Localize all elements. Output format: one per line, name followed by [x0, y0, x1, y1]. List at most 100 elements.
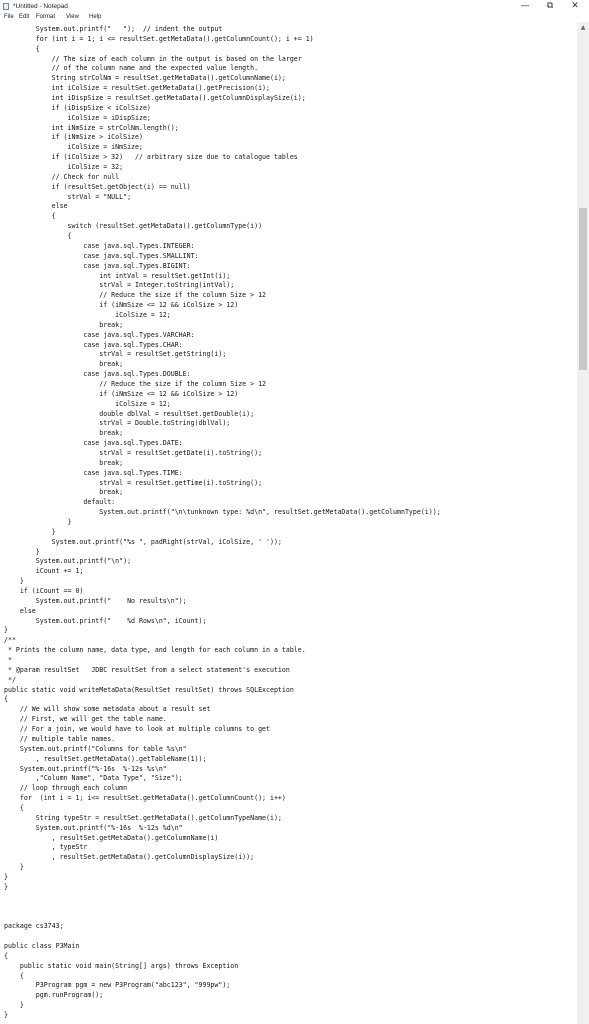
maximize-button[interactable]: ⧉: [538, 0, 562, 13]
code-line: */: [4, 675, 16, 684]
code-line: break;: [4, 458, 124, 467]
code-line: double dblVal = resultSet.getDouble(i);: [4, 409, 255, 418]
code-line: System.out.printf("%-16s %-12s %s\n": [4, 764, 167, 773]
code-line: case java.sql.Types.DOUBLE:: [4, 370, 191, 379]
code-line: // The size of each column in the output…: [4, 54, 302, 63]
code-line: System.out.printf("Columns for table %s\…: [4, 744, 187, 753]
code-line: strVal = Integer.toString(intVal);: [4, 281, 235, 290]
menu-bar: File Edit Format View Help: [0, 13, 589, 22]
close-button[interactable]: ✕: [563, 0, 587, 13]
code-line: System.out.printf("\n");: [4, 557, 132, 566]
menu-format[interactable]: Format: [36, 14, 55, 20]
code-line: , resultSet.getMetaData().getTableName(1…: [4, 754, 207, 763]
code-line: }: [4, 872, 8, 881]
code-line: {: [4, 951, 8, 960]
code-line: iColSize = 12;: [4, 399, 171, 408]
code-line: int iColSize = resultSet.getMetaData().g…: [4, 84, 270, 93]
text-editor-area[interactable]: System.out.printf(" "); // indent the ou…: [0, 22, 577, 1024]
code-line: }: [4, 863, 24, 872]
code-line: if (iColSize > 32) // arbitrary size due…: [4, 153, 298, 162]
code-line: }: [4, 1011, 8, 1019]
code-line: break;: [4, 360, 124, 369]
code-line: iColSize = iNmSize;: [4, 143, 143, 152]
scrollbar-thumb[interactable]: [579, 208, 587, 370]
code-line: ,"Column Name", "Data Type", "Size");: [4, 774, 183, 783]
code-line: else: [4, 606, 36, 615]
code-line: strVal = resultSet.getTime(i).toString()…: [4, 478, 263, 487]
code-line: System.out.printf("%s ", padRight(strVal…: [4, 537, 282, 546]
code-line: public static void main(String[] args) t…: [4, 961, 239, 970]
code-line: strVal = Double.toString(dblVal);: [4, 419, 231, 428]
code-line: pgm.runProgram();: [4, 991, 104, 1000]
code-line: System.out.printf("\n\tunknown type: %d\…: [4, 508, 441, 517]
menu-file[interactable]: File: [4, 14, 14, 20]
code-line: // We will show some metadata about a re…: [4, 705, 211, 714]
code-line: {: [4, 212, 56, 221]
code-line: iColSize = 32;: [4, 163, 124, 172]
vertical-scrollbar[interactable]: ▲: [577, 22, 589, 1024]
code-line: String strColNm = resultSet.getMetaData(…: [4, 74, 286, 83]
menu-help[interactable]: Help: [89, 14, 101, 20]
code-line: String typeStr = resultSet.getMetaData()…: [4, 813, 282, 822]
code-line: package cs3743;: [4, 922, 64, 931]
code-line: }: [4, 547, 40, 556]
code-line: // Reduce the size if the column Size > …: [4, 379, 267, 388]
code-line: case java.sql.Types.TIME:: [4, 468, 183, 477]
code-line: P3Program pgm = new P3Program("abc123", …: [4, 981, 231, 990]
notepad-window: *Untitled - Notepad — ⧉ ✕ File Edit Form…: [0, 0, 589, 1024]
code-line: break;: [4, 488, 124, 497]
title-bar[interactable]: *Untitled - Notepad — ⧉ ✕: [0, 0, 589, 13]
menu-view[interactable]: View: [66, 14, 79, 20]
code-line: if (iNmSize <= 12 && iColSize > 12): [4, 389, 239, 398]
menu-edit[interactable]: Edit: [19, 14, 29, 20]
code-line: }: [4, 626, 8, 635]
code-line: , typeStr: [4, 843, 88, 852]
code-line: * @param resultSet JDBC resultSet from a…: [4, 665, 290, 674]
code-line: public class P3Main: [4, 941, 80, 950]
notepad-icon: [3, 3, 9, 10]
code-line: case java.sql.Types.INTEGER:: [4, 241, 195, 250]
code-line: case java.sql.Types.VARCHAR:: [4, 330, 195, 339]
code-line: // loop through each column: [4, 784, 128, 793]
code-line: int intVal = resultSet.getInt(i);: [4, 271, 231, 280]
code-line: {: [4, 232, 72, 241]
code-line: {: [4, 803, 24, 812]
code-line: // First, we will get the table name.: [4, 715, 167, 724]
scroll-up-arrow-icon[interactable]: ▲: [577, 22, 589, 34]
code-line: strVal = "NULL";: [4, 192, 132, 201]
code-line: /**: [4, 636, 16, 645]
window-title: *Untitled - Notepad: [13, 3, 68, 10]
code-line: System.out.printf("%-16s %-12s %d\n": [4, 823, 183, 832]
code-line: , resultSet.getMetaData().getColumnDispl…: [4, 853, 255, 862]
code-line: case java.sql.Types.DATE:: [4, 439, 183, 448]
code-line: strVal = resultSet.getDate(i).toString()…: [4, 448, 263, 457]
code-line: switch (resultSet.getMetaData().getColum…: [4, 222, 263, 231]
code-line: strVal = resultSet.getString(i);: [4, 350, 227, 359]
code-line: {: [4, 695, 8, 704]
code-line: System.out.printf(" "); // indent the ou…: [4, 25, 223, 33]
code-line: {: [4, 44, 40, 53]
code-line: // For a join, we would have to look at …: [4, 725, 270, 734]
code-line: if (resultSet.getObject(i) == null): [4, 182, 191, 191]
code-line: if (iNmSize <= 12 && iColSize > 12): [4, 301, 239, 310]
code-line: }: [4, 1001, 24, 1010]
code-line: {: [4, 971, 24, 980]
code-line: // Reduce the size if the column Size > …: [4, 291, 267, 300]
code-line: }: [4, 518, 72, 526]
code-line: else: [4, 202, 68, 211]
code-line: iCount += 1;: [4, 567, 84, 576]
code-line: // multiple table names.: [4, 734, 116, 743]
minimize-button[interactable]: —: [513, 0, 537, 13]
code-line: case java.sql.Types.BIGINT:: [4, 261, 191, 270]
code-line: , resultSet.getMetaData().getColumnName(…: [4, 833, 219, 842]
code-line: if (iNmSize > iColSize): [4, 133, 143, 142]
code-line: default:: [4, 498, 116, 507]
code-line: }: [4, 882, 8, 891]
code-line: iColSize = iDispSize;: [4, 113, 151, 122]
code-line: case java.sql.Types.SMALLINT:: [4, 251, 199, 260]
code-line: // of the column name and the expected v…: [4, 64, 259, 73]
code-line: }: [4, 527, 56, 536]
code-line: if (iCount == 0): [4, 587, 84, 596]
code-line: System.out.printf(" %d Rows\n", iCount);: [4, 616, 207, 625]
code-line: int iDispSize = resultSet.getMetaData().…: [4, 94, 306, 103]
